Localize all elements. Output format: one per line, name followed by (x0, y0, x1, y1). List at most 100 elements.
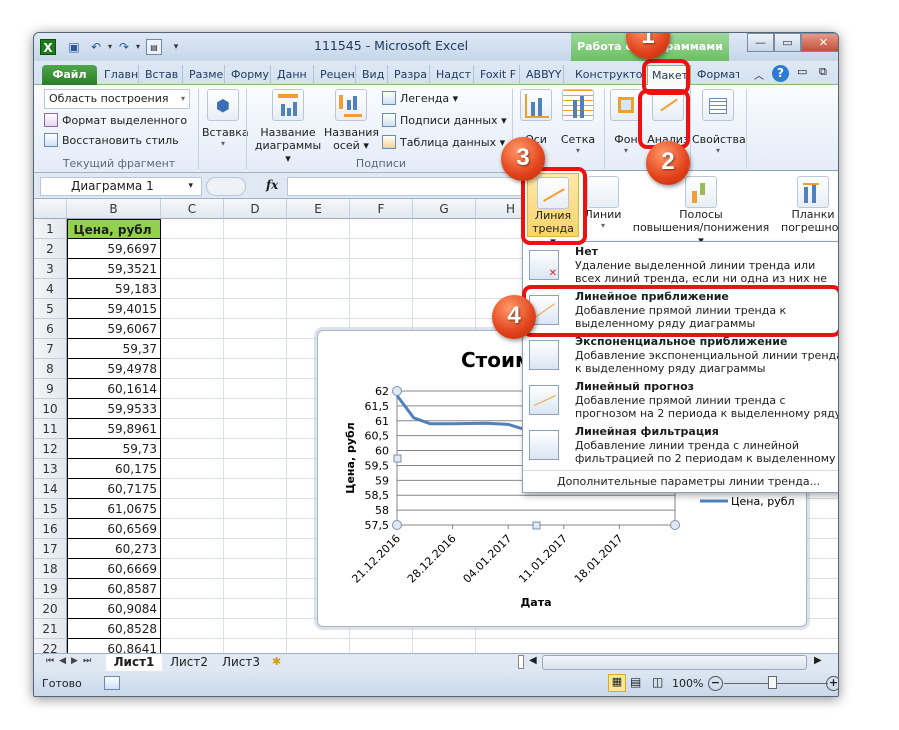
empty-cell[interactable] (224, 499, 287, 519)
price-cell[interactable]: 60,7175 (67, 479, 161, 499)
empty-cell[interactable] (224, 459, 287, 479)
empty-cell[interactable] (224, 279, 287, 299)
row-header[interactable]: 4 (34, 279, 67, 299)
menu-item-exponential[interactable]: Экспоненциальное приближение Добавление … (523, 334, 838, 379)
row-header[interactable]: 2 (34, 239, 67, 259)
row-header[interactable]: 19 (34, 579, 67, 599)
empty-cell[interactable] (224, 299, 287, 319)
empty-cell[interactable] (413, 259, 476, 279)
row-header[interactable]: 7 (34, 339, 67, 359)
empty-cell[interactable] (161, 519, 224, 539)
empty-cell[interactable] (161, 219, 224, 239)
column-header-e[interactable]: E (287, 199, 350, 219)
header-cell-price[interactable]: Цена, рубл (67, 219, 161, 239)
tab-split-handle[interactable] (518, 655, 524, 669)
redo-dropdown-icon[interactable]: ▾ (130, 39, 146, 55)
insert-sheet-icon[interactable]: ✱ (272, 655, 281, 668)
tab-design[interactable]: Конструктор (571, 65, 645, 85)
sheet-tab-3[interactable]: Лист3 (216, 655, 266, 669)
tab-developer[interactable]: Разра (390, 65, 430, 85)
tab-format[interactable]: Формат (693, 65, 739, 85)
row-header[interactable]: 21 (34, 619, 67, 639)
price-cell[interactable]: 60,1614 (67, 379, 161, 399)
chart-title-button[interactable]: Название диаграммы ▾ (252, 89, 324, 165)
scroll-left-icon[interactable]: ◀ (529, 655, 537, 666)
workbook-restore-icon[interactable]: ⧉ (819, 65, 827, 79)
properties-button[interactable]: Свойства ▾ (692, 89, 746, 155)
empty-cell[interactable] (350, 279, 413, 299)
empty-cell[interactable] (161, 279, 224, 299)
select-all-corner[interactable] (34, 199, 67, 219)
row-header[interactable]: 14 (34, 479, 67, 499)
zoom-level[interactable]: 100% (672, 677, 703, 690)
empty-cell[interactable] (161, 239, 224, 259)
empty-cell[interactable] (224, 239, 287, 259)
more-trendline-options[interactable]: Дополнительные параметры линии тренда... (557, 475, 820, 488)
price-cell[interactable]: 59,183 (67, 279, 161, 299)
sheet-nav-icons[interactable]: ⏮◀▶⏭ (46, 656, 96, 666)
row-header[interactable]: 10 (34, 399, 67, 419)
zoom-in-button[interactable]: + (826, 676, 838, 691)
axis-titles-button[interactable]: Названия осей ▾ (324, 89, 379, 152)
format-selection-button[interactable]: Формат выделенного (44, 111, 187, 131)
menu-item-none[interactable]: ✕ Нет Удаление выделенной линии тренда и… (523, 244, 838, 289)
save-icon[interactable]: ▣ (66, 39, 82, 55)
empty-cell[interactable] (350, 259, 413, 279)
insert-function-icon[interactable]: fx (266, 178, 278, 192)
scroll-right-icon[interactable]: ▶ (814, 655, 822, 666)
horizontal-scrollbar[interactable] (542, 655, 807, 670)
empty-cell[interactable] (161, 319, 224, 339)
price-cell[interactable]: 60,6569 (67, 519, 161, 539)
tab-page-layout[interactable]: Разме (185, 65, 225, 85)
empty-cell[interactable] (224, 419, 287, 439)
price-cell[interactable]: 60,8528 (67, 619, 161, 639)
empty-cell[interactable] (413, 219, 476, 239)
empty-cell[interactable] (287, 259, 350, 279)
empty-cell[interactable] (224, 539, 287, 559)
column-header-d[interactable]: D (224, 199, 287, 219)
tab-file[interactable]: Файл (42, 65, 97, 85)
price-cell[interactable]: 59,4978 (67, 359, 161, 379)
help-icon[interactable]: ? (772, 65, 789, 82)
empty-cell[interactable] (161, 539, 224, 559)
row-header[interactable]: 16 (34, 519, 67, 539)
updown-bars-button[interactable]: Полосы повышения/понижения ▾ (631, 173, 771, 247)
sheet-tab-1[interactable]: Лист1 (106, 654, 162, 671)
gridlines-button[interactable]: Сетка ▾ (556, 89, 600, 155)
price-cell[interactable]: 60,6669 (67, 559, 161, 579)
menu-item-moving-average[interactable]: Линейная фильтрация Добавление линии тре… (523, 424, 838, 469)
empty-cell[interactable] (413, 239, 476, 259)
page-layout-view-icon[interactable]: ▤ (630, 675, 641, 689)
empty-cell[interactable] (224, 219, 287, 239)
empty-cell[interactable] (413, 299, 476, 319)
price-cell[interactable]: 59,4015 (67, 299, 161, 319)
price-cell[interactable]: 61,0675 (67, 499, 161, 519)
insert-button[interactable]: ⬢ Вставка ▾ (202, 89, 249, 148)
empty-cell[interactable] (350, 239, 413, 259)
row-header[interactable]: 6 (34, 319, 67, 339)
row-header[interactable]: 12 (34, 439, 67, 459)
empty-cell[interactable] (161, 339, 224, 359)
data-labels-button[interactable]: Подписи данных ▾ (382, 111, 507, 131)
price-cell[interactable]: 59,3521 (67, 259, 161, 279)
formula-expander[interactable] (206, 177, 246, 196)
row-header[interactable]: 1 (34, 219, 67, 239)
workbook-minimize-icon[interactable]: ▭ (797, 65, 807, 78)
column-header-c[interactable]: C (161, 199, 224, 219)
empty-cell[interactable] (161, 559, 224, 579)
empty-cell[interactable] (224, 619, 287, 639)
price-cell[interactable]: 59,73 (67, 439, 161, 459)
row-header[interactable]: 5 (34, 299, 67, 319)
tab-review[interactable]: Рецен (316, 65, 356, 85)
empty-cell[interactable] (287, 299, 350, 319)
empty-cell[interactable] (224, 339, 287, 359)
empty-cell[interactable] (161, 419, 224, 439)
row-header[interactable]: 20 (34, 599, 67, 619)
collapse-ribbon-icon[interactable]: ︿ (754, 67, 764, 82)
empty-cell[interactable] (224, 379, 287, 399)
empty-cell[interactable] (161, 619, 224, 639)
empty-cell[interactable] (161, 259, 224, 279)
empty-cell[interactable] (350, 219, 413, 239)
empty-cell[interactable] (224, 359, 287, 379)
column-header-g[interactable]: G (413, 199, 476, 219)
